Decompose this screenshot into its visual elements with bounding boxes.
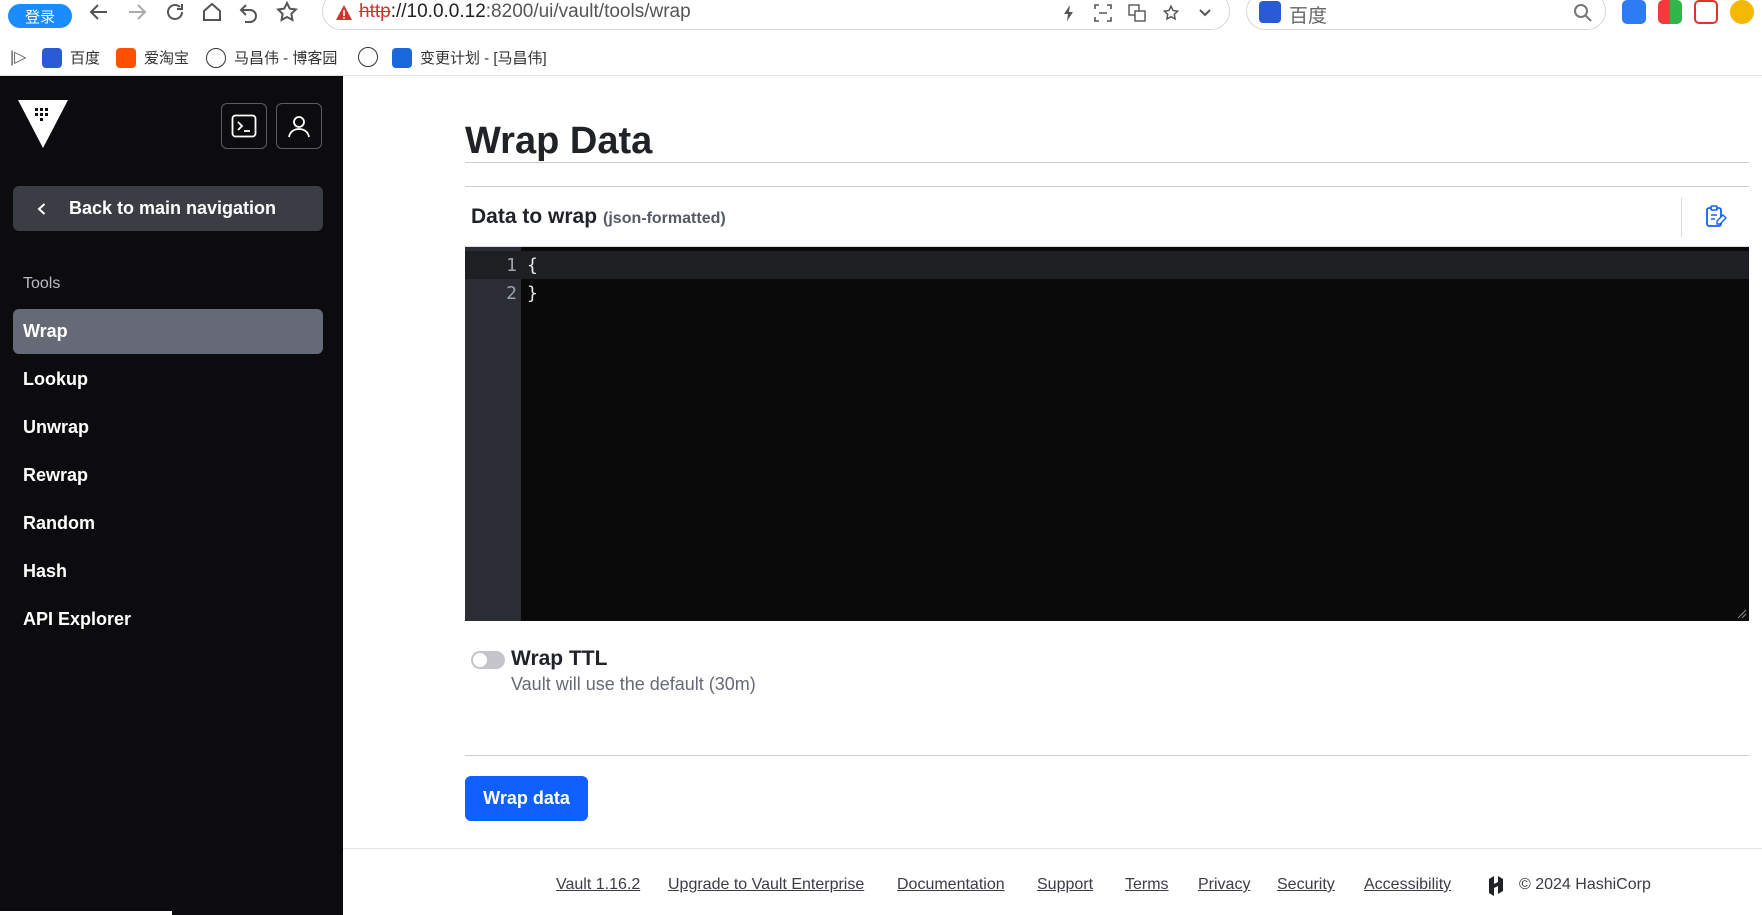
editor-line[interactable]: 1 { bbox=[465, 251, 1749, 279]
browser-login-button[interactable]: 登录 bbox=[8, 4, 72, 28]
home-icon[interactable] bbox=[197, 0, 227, 24]
apps-extension-icon[interactable] bbox=[1658, 0, 1682, 24]
insecure-warning-icon bbox=[336, 5, 352, 20]
main-content: Wrap Data Data to wrap (json-formatted) 1… bbox=[343, 76, 1762, 915]
back-to-main-navigation-button[interactable]: Back to main navigation bbox=[13, 186, 323, 231]
pdf-extension-icon[interactable] bbox=[1694, 0, 1718, 24]
lightning-icon[interactable] bbox=[1059, 3, 1079, 23]
cnblogs-icon bbox=[358, 47, 378, 67]
address-bar[interactable]: http://10.0.0.12:8200/ui/vault/tools/wra… bbox=[322, 0, 1230, 30]
bookmark-cnblogs-2[interactable] bbox=[358, 47, 378, 67]
wrap-ttl-label: Wrap TTL bbox=[511, 647, 608, 670]
sidebar: Back to main navigation Tools Wrap Looku… bbox=[0, 76, 343, 915]
toolbar-separator bbox=[1681, 197, 1682, 237]
editor-sublabel: (json-formatted) bbox=[603, 210, 726, 227]
bookmark-aitaobao[interactable]: 爱淘宝 bbox=[116, 47, 189, 68]
url-path: :8200/ui/vault/tools/wrap bbox=[485, 1, 691, 22]
user-menu-button[interactable] bbox=[276, 103, 322, 149]
json-editor-panel: Data to wrap (json-formatted) 1 { 2 } bbox=[465, 186, 1749, 621]
copyright-text: © 2024 HashiCorp bbox=[1519, 876, 1651, 893]
sidebar-item-wrap[interactable]: Wrap bbox=[13, 309, 323, 354]
footer-link-version[interactable]: Vault 1.16.2 bbox=[556, 876, 640, 894]
undo-icon[interactable] bbox=[234, 0, 264, 24]
chevron-left-icon bbox=[37, 202, 46, 215]
search-icon[interactable] bbox=[1573, 3, 1593, 23]
form-divider bbox=[465, 755, 1749, 756]
forward-arrow-icon[interactable] bbox=[122, 0, 152, 24]
bookmark-star-icon[interactable] bbox=[272, 0, 302, 24]
vault-logo-icon[interactable] bbox=[18, 100, 68, 148]
footer-link-documentation[interactable]: Documentation bbox=[897, 876, 1005, 894]
bookmarks-bar: |▷ 百度 爱淘宝 马昌伟 - 博客园 变更计划 - [马昌伟] bbox=[0, 38, 1762, 76]
bookmark-cnblogs[interactable]: 马昌伟 - 博客园 bbox=[206, 47, 337, 68]
favorite-star-icon[interactable] bbox=[1161, 3, 1181, 23]
baidu-paw-icon bbox=[1259, 1, 1281, 23]
sidebar-item-rewrap[interactable]: Rewrap bbox=[13, 453, 323, 498]
translate-icon[interactable] bbox=[1127, 3, 1147, 23]
terminal-icon bbox=[231, 114, 257, 138]
editor-toolbar: Data to wrap (json-formatted) bbox=[465, 187, 1749, 247]
screenshot-icon[interactable] bbox=[1093, 3, 1113, 23]
sidebar-toggle-icon[interactable]: |▷ bbox=[10, 47, 26, 67]
browser-toolbar: 登录 http://10.0.0.12:8200/ui/vault/tools/… bbox=[0, 0, 1762, 38]
footer-link-security[interactable]: Security bbox=[1277, 876, 1335, 894]
wrap-ttl-toggle[interactable] bbox=[471, 651, 505, 669]
footer-link-upgrade[interactable]: Upgrade to Vault Enterprise bbox=[668, 876, 864, 894]
page-title: Wrap Data bbox=[465, 120, 653, 162]
bookmark-baidu[interactable]: 百度 bbox=[42, 47, 100, 68]
cnblogs-icon bbox=[206, 47, 226, 68]
title-divider bbox=[465, 162, 1749, 163]
copy-clipboard-icon[interactable] bbox=[1703, 204, 1729, 230]
hashicorp-logo-icon bbox=[1489, 876, 1503, 896]
footer-link-privacy[interactable]: Privacy bbox=[1198, 876, 1250, 894]
sidebar-item-random[interactable]: Random bbox=[13, 501, 323, 546]
bookmark-change-plan[interactable]: 变更计划 - [马昌伟] bbox=[392, 47, 547, 68]
moon-extension-icon[interactable] bbox=[1730, 0, 1754, 24]
wrap-data-button[interactable]: Wrap data bbox=[465, 776, 588, 821]
toggle-knob bbox=[473, 653, 487, 667]
footer-divider bbox=[343, 848, 1762, 849]
baidu-icon bbox=[42, 47, 62, 68]
user-icon bbox=[288, 116, 310, 138]
tools-section-heading: Tools bbox=[23, 275, 61, 292]
url-protocol: http bbox=[359, 1, 391, 22]
sidebar-bottom-divider bbox=[0, 911, 172, 915]
chevron-down-icon[interactable] bbox=[1195, 3, 1215, 23]
wrap-ttl-help-text: Vault will use the default (30m) bbox=[511, 674, 756, 694]
address-url: http://10.0.0.12:8200/ui/vault/tools/wra… bbox=[359, 1, 691, 23]
reload-icon[interactable] bbox=[160, 0, 190, 24]
confluence-icon bbox=[392, 47, 412, 68]
resize-handle-icon[interactable] bbox=[1737, 609, 1747, 619]
back-label: Back to main navigation bbox=[69, 198, 277, 218]
editor-label: Data to wrap (json-formatted) bbox=[471, 205, 726, 228]
editor-line[interactable]: 2 } bbox=[465, 279, 1749, 307]
sidebar-item-hash[interactable]: Hash bbox=[13, 549, 323, 594]
search-input[interactable]: 百度 bbox=[1289, 1, 1327, 28]
footer: Vault 1.16.2 Upgrade to Vault Enterprise… bbox=[343, 876, 1762, 906]
footer-link-support[interactable]: Support bbox=[1037, 876, 1093, 894]
sidebar-item-api-explorer[interactable]: API Explorer bbox=[13, 597, 323, 642]
tools-nav-list: Wrap Lookup Unwrap Rewrap Random Hash AP… bbox=[13, 309, 323, 645]
footer-link-accessibility[interactable]: Accessibility bbox=[1364, 876, 1451, 894]
sidebar-item-lookup[interactable]: Lookup bbox=[13, 357, 323, 402]
console-toggle-button[interactable] bbox=[221, 103, 267, 149]
footer-link-terms[interactable]: Terms bbox=[1125, 876, 1169, 894]
url-host: ://10.0.0.12 bbox=[390, 1, 486, 22]
json-code-editor[interactable]: 1 { 2 } bbox=[465, 247, 1749, 621]
taobao-icon bbox=[116, 47, 136, 68]
search-box[interactable]: 百度 bbox=[1246, 0, 1606, 30]
translate-extension-icon[interactable] bbox=[1622, 0, 1646, 24]
back-arrow-icon[interactable] bbox=[84, 0, 114, 24]
sidebar-item-unwrap[interactable]: Unwrap bbox=[13, 405, 323, 450]
